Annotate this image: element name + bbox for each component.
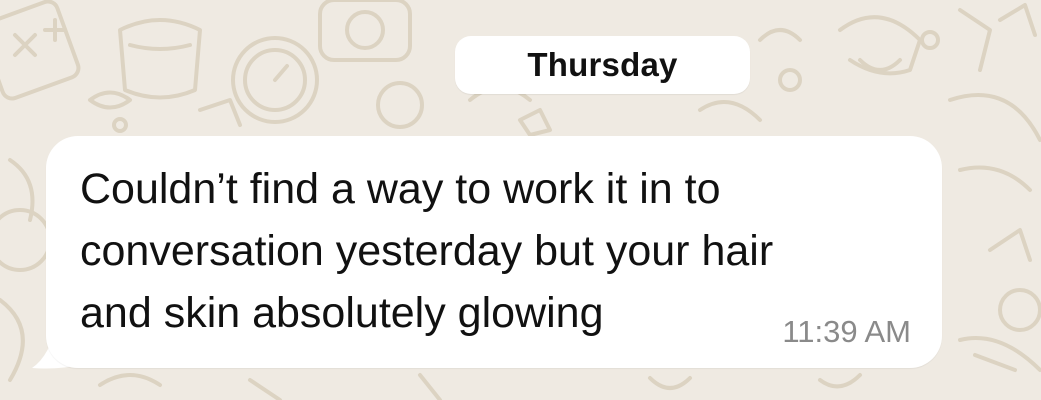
date-separator: Thursday (455, 36, 750, 94)
message-timestamp: 11:39 AM (782, 314, 911, 349)
date-separator-label: Thursday (527, 46, 678, 83)
